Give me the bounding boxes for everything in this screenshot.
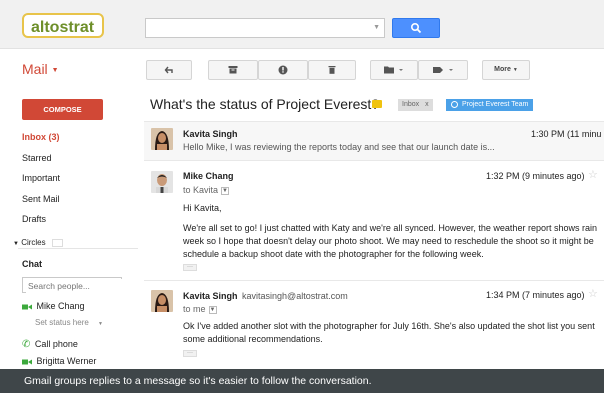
recipient-line[interactable]: to Kavita ▼ (183, 184, 230, 197)
back-button[interactable] (146, 60, 192, 80)
recipient-text: to Kavita (183, 185, 219, 195)
more-label: More (494, 66, 511, 73)
details-dropdown-icon[interactable]: ▼ (221, 186, 230, 195)
compose-button[interactable]: COMPOSE (22, 99, 103, 120)
archive-icon (228, 66, 238, 74)
contact-name: Brigitta Werner (36, 356, 97, 366)
thread-subject: What's the status of Project Everest? (150, 96, 380, 112)
message-body-line: schedule a backup shoot date with the ph… (183, 249, 484, 259)
altostrat-logo[interactable]: altostrat (22, 13, 104, 38)
sender-email: kavitasingh@altostrat.com (242, 291, 348, 301)
circles-settings-icon[interactable] (51, 238, 63, 247)
nav-item-sent-mail[interactable]: Sent Mail (22, 194, 60, 204)
message-sender: Mike Chang (183, 171, 234, 181)
message-body-line: We're all set to go! I just chatted with… (183, 223, 597, 233)
remove-label-icon[interactable]: x (425, 101, 429, 108)
expand-caret-icon: ▼ (13, 241, 19, 247)
chat-contact-mike-chang[interactable]: Mike Chang (22, 301, 85, 311)
avatar-kavita-singh (151, 128, 173, 150)
call-phone-label: Call phone (34, 339, 78, 349)
labels-button[interactable] (418, 60, 468, 80)
set-status-dropdown[interactable]: Set status here ▼ (35, 318, 103, 327)
message-body-line: some additional recommendations. (183, 334, 323, 344)
delete-button[interactable] (308, 60, 356, 80)
search-box[interactable]: ▼ (145, 18, 385, 38)
avatar-kavita-singh (151, 290, 173, 312)
search-icon (410, 22, 422, 34)
more-caret-icon: ▼ (512, 67, 518, 73)
move-to-button[interactable] (370, 60, 418, 80)
show-trimmed-content-button[interactable]: ··· (183, 264, 197, 271)
nav-item-circles[interactable]: ▼ Circles (13, 238, 63, 247)
star-icon[interactable]: ☆ (588, 287, 598, 300)
message-body-line: Ok I've added another slot with the phot… (183, 321, 595, 331)
recipient-text: to me (183, 304, 206, 314)
status-caret-icon: ▼ (98, 321, 103, 327)
video-icon (22, 304, 32, 310)
more-button[interactable]: More ▼ (482, 60, 530, 80)
nav-item-starred[interactable]: Starred (22, 153, 52, 163)
circle-icon (451, 100, 458, 108)
importance-marker-icon[interactable] (372, 100, 382, 108)
message-time: 1:30 PM (11 minu (531, 129, 602, 139)
people-search-box[interactable] (22, 277, 124, 293)
details-dropdown-icon[interactable]: ▼ (208, 305, 217, 314)
chat-contact-brigitta-werner[interactable]: Brigitta Werner (22, 356, 96, 366)
video-icon (22, 359, 32, 365)
message-body-line: week so I hope that doesn't delay our ph… (183, 236, 594, 246)
search-button[interactable] (392, 18, 440, 38)
nav-item-drafts[interactable]: Drafts (22, 214, 46, 224)
call-phone-link[interactable]: ✆ Call phone (22, 339, 78, 350)
nav-item-inbox[interactable]: Inbox (3) (22, 132, 60, 142)
search-options-caret-icon[interactable]: ▼ (373, 24, 380, 31)
star-icon[interactable]: ☆ (588, 168, 598, 181)
mail-switcher[interactable]: Mail ▼ (22, 61, 59, 77)
mail-dropdown-caret-icon: ▼ (51, 66, 59, 74)
message-sender: Kavita Singh (183, 129, 238, 139)
back-arrow-icon (164, 66, 173, 74)
nav-item-important[interactable]: Important (22, 173, 60, 183)
folder-icon (384, 66, 403, 74)
search-input[interactable] (150, 20, 374, 38)
spam-icon (278, 65, 288, 75)
message-snippet: Hello Mike, I was reviewing the reports … (183, 142, 495, 152)
recipient-line[interactable]: to me ▼ (183, 303, 217, 316)
message-time: 1:34 PM (7 minutes ago) (486, 290, 585, 300)
phone-icon: ✆ (22, 339, 31, 350)
project-everest-team-chip[interactable]: Project Everest Team (446, 99, 534, 111)
team-chip-text: Project Everest Team (461, 101, 529, 108)
show-trimmed-content-button[interactable]: ··· (183, 350, 197, 357)
nav-divider (18, 248, 138, 249)
archive-button[interactable] (208, 60, 258, 80)
inbox-label-chip[interactable]: Inbox x (398, 99, 433, 111)
label-tag-icon (433, 67, 453, 73)
divider (144, 160, 604, 161)
message-header: Kavita Singh kavitasingh@altostrat.com (183, 290, 348, 303)
people-search-input[interactable] (26, 279, 124, 293)
avatar-mike-chang (151, 171, 173, 193)
trash-icon (328, 66, 336, 74)
chat-heading: Chat (22, 259, 42, 269)
divider (144, 280, 604, 281)
report-spam-button[interactable] (258, 60, 308, 80)
message-greeting: Hi Kavita, (183, 203, 222, 213)
inbox-chip-text: Inbox (402, 101, 420, 108)
mail-label: Mail (22, 61, 48, 77)
message-time: 1:32 PM (9 minutes ago) (486, 171, 585, 181)
circles-label: Circles (21, 238, 46, 247)
caption-bar: Gmail groups replies to a message so it'… (0, 369, 604, 393)
message-sender: Kavita Singh (183, 291, 238, 301)
contact-name: Mike Chang (36, 301, 85, 311)
status-text: Set status here (35, 318, 89, 327)
